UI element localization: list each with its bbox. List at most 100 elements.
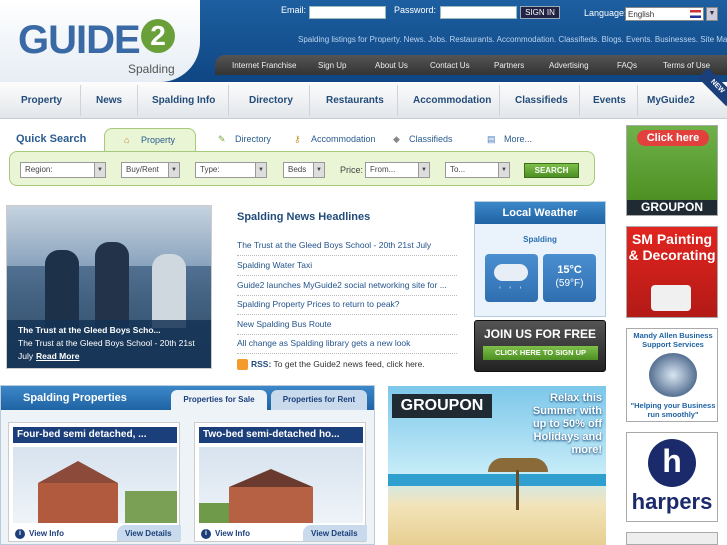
harpers-ad[interactable]: h harpers (626, 432, 718, 522)
tab-accommodation[interactable]: ⚷ Accommodation (294, 128, 376, 152)
news-item[interactable]: Spalding Property Prices to return to pe… (237, 299, 457, 315)
tab-directory-label: Directory (235, 134, 272, 144)
top-nav-internet-franchise[interactable]: Internet Franchise (232, 61, 296, 70)
news-item[interactable]: All change as Spalding library gets a ne… (237, 338, 457, 354)
featured-news-image[interactable]: The Trust at the Gleed Boys Scho... The … (6, 205, 212, 369)
password-field[interactable] (440, 6, 517, 19)
groupon-holiday-ad[interactable]: GROUPON Relax this Summer with up to 50%… (388, 386, 606, 545)
nav-property[interactable]: Property (21, 95, 62, 106)
language-label: Language: (584, 8, 627, 18)
beds-select-value: Beds (288, 165, 307, 174)
chevron-down-icon: ▼ (168, 163, 179, 177)
chevron-down-icon: ▼ (418, 163, 429, 177)
nav-directory[interactable]: Directory (249, 95, 293, 106)
news-item[interactable]: New Spalding Bus Route (237, 319, 457, 335)
weather-location: Spalding (523, 235, 557, 244)
globe-icon (649, 353, 697, 397)
tab-more-label: More... (504, 134, 533, 144)
news-item[interactable]: Spalding Water Taxi (237, 260, 457, 276)
password-label: Password: (394, 5, 437, 15)
region-select-value: Region: (25, 165, 53, 174)
top-nav-advertising[interactable]: Advertising (549, 61, 589, 70)
property-photo[interactable] (13, 447, 177, 523)
search-button[interactable]: SEARCH (524, 163, 579, 178)
join-banner[interactable]: JOIN US FOR FREE CLICK HERE TO SIGN UP (474, 320, 606, 372)
property-card-footer: i View Info View Details (9, 525, 181, 541)
sign-in-button[interactable]: SIGN IN (520, 6, 560, 19)
price-from-select-value: From... (370, 165, 396, 174)
price-label: Price: (340, 165, 364, 175)
beds-select[interactable]: Beds ▼ (283, 162, 325, 178)
news-item[interactable]: Guide2 launches MyGuide2 social networki… (237, 280, 457, 296)
chevron-down-icon[interactable]: ▼ (706, 7, 718, 21)
price-to-select[interactable]: To... ▼ (445, 162, 510, 178)
tab-properties-for-rent[interactable]: Properties for Rent (271, 390, 367, 410)
nav-classifieds[interactable]: Classifieds (515, 95, 568, 106)
price-to-select-value: To... (450, 165, 466, 174)
price-from-select[interactable]: From... ▼ (365, 162, 430, 178)
nav-spalding-info[interactable]: Spalding Info (152, 95, 215, 106)
photo-person (95, 242, 129, 328)
type-select[interactable]: Type: ▼ (195, 162, 267, 178)
buy-rent-select[interactable]: Buy/Rent ▼ (121, 162, 180, 178)
view-info-link[interactable]: View Info (29, 529, 64, 538)
nav-news[interactable]: News (96, 95, 122, 106)
mandy-allen-ad[interactable]: Mandy Allen Business Support Services "H… (626, 328, 718, 422)
type-select-value: Type: (200, 165, 220, 174)
view-details-link[interactable]: View Details (117, 525, 181, 541)
property-photo[interactable] (199, 447, 363, 523)
language-select[interactable]: English (625, 7, 704, 21)
tab-property-label: Property (141, 135, 176, 145)
sign-up-button[interactable]: CLICK HERE TO SIGN UP (483, 346, 598, 360)
property-title[interactable]: Two-bed semi-detached ho... (199, 427, 363, 443)
tab-classifieds[interactable]: ◆ Classifieds (393, 128, 453, 152)
news-headlines-title: Spalding News Headlines (237, 211, 371, 223)
top-nav-faqs[interactable]: FAQs (617, 61, 637, 70)
temperature-celsius: 15°C (557, 264, 582, 276)
nav-divider (637, 85, 638, 116)
tab-property[interactable]: ⌂ Property (104, 128, 196, 152)
tagline: Spalding listings for Property. News. Jo… (298, 35, 727, 44)
featured-caption: The Trust at the Gleed Boys Scho... The … (7, 320, 211, 368)
tab-properties-for-sale[interactable]: Properties for Sale (171, 390, 267, 410)
nav-divider (80, 85, 81, 116)
nav-myguide2[interactable]: MyGuide2 (647, 95, 695, 106)
top-nav-sign-up[interactable]: Sign Up (318, 61, 346, 70)
view-info-link[interactable]: View Info (215, 529, 250, 538)
nav-events[interactable]: Events (593, 95, 626, 106)
logo[interactable]: GUIDE 2 Spalding (0, 0, 200, 82)
main-nav: Property News Spalding Info Directory Re… (0, 82, 727, 119)
nav-restaurants[interactable]: Restaurants (326, 95, 384, 106)
key-icon: ⚷ (294, 134, 301, 144)
sea (388, 474, 606, 486)
property-card[interactable]: Two-bed semi-detached ho... i View Info … (194, 422, 367, 542)
property-title[interactable]: Four-bed semi detached, ... (13, 427, 177, 443)
email-field[interactable] (309, 6, 386, 19)
view-details-link[interactable]: View Details (303, 525, 367, 541)
home-icon: ⌂ (124, 135, 130, 145)
book-icon: ✎ (218, 134, 226, 144)
sm-painting-ad[interactable]: SM Painting & Decorating (626, 226, 718, 318)
side-ad-partial[interactable] (626, 532, 718, 545)
harpers-brand: harpers (631, 489, 713, 514)
news-item[interactable]: The Trust at the Gleed Boys School - 20t… (237, 240, 457, 256)
rss-link[interactable]: RSS: To get the Guide2 news feed, click … (237, 359, 425, 371)
top-nav-partners[interactable]: Partners (494, 61, 524, 70)
groupon-ad-headline: Relax this Summer with up to 50% off Hol… (532, 392, 602, 456)
buy-rent-select-value: Buy/Rent (126, 165, 159, 174)
groupon-side-ad[interactable]: Click here GROUPON (626, 125, 718, 216)
tab-more[interactable]: ▤ More... (487, 128, 537, 152)
tab-directory[interactable]: ✎ Directory (218, 128, 278, 152)
groupon-logo: GROUPON (392, 394, 492, 418)
chevron-down-icon: ▼ (313, 163, 324, 177)
top-nav-contact-us[interactable]: Contact Us (430, 61, 470, 70)
top-nav-about-us[interactable]: About Us (375, 61, 408, 70)
region-select[interactable]: Region: ▼ (20, 162, 106, 178)
read-more-link[interactable]: Read More (36, 350, 79, 363)
chevron-down-icon: ▼ (255, 163, 266, 177)
top-nav-terms[interactable]: Terms of Use (663, 61, 710, 70)
nav-accommodation[interactable]: Accommodation (413, 95, 491, 106)
info-icon: i (201, 529, 211, 539)
property-card[interactable]: Four-bed semi detached, ... i View Info … (8, 422, 181, 542)
language-value: English (628, 10, 655, 19)
